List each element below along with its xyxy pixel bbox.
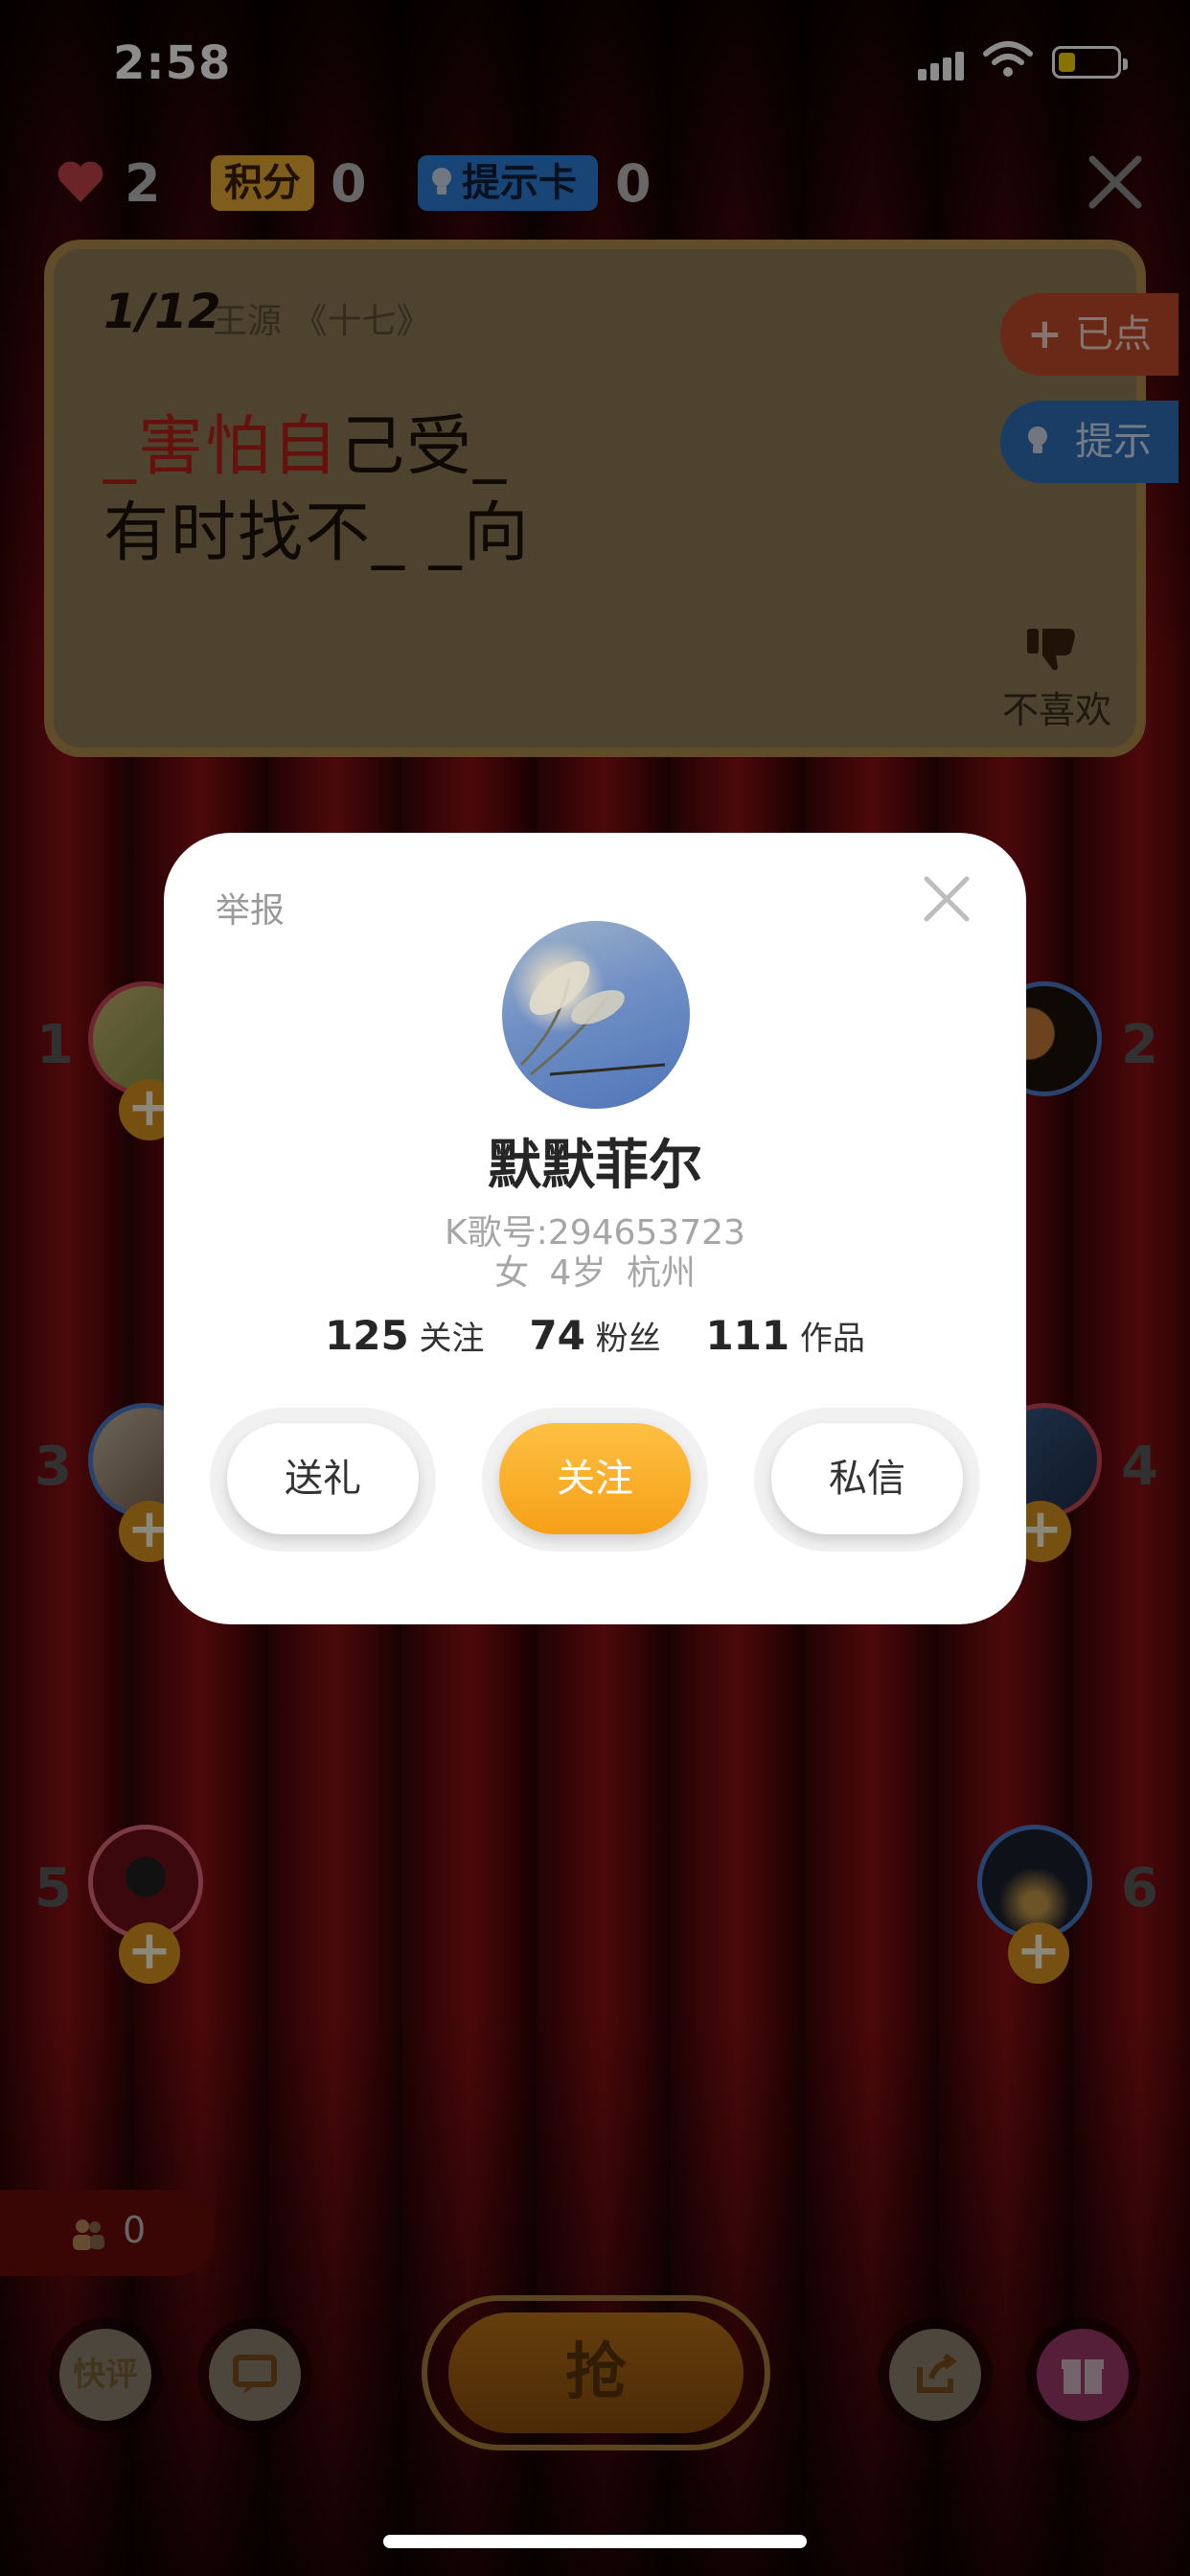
close-icon[interactable] <box>921 873 973 925</box>
profile-avatar[interactable] <box>502 921 690 1109</box>
follow-button-wrap: 关注 <box>482 1408 708 1552</box>
works-count: 111 <box>705 1312 790 1359</box>
following-stat[interactable]: 125 关注 <box>325 1312 484 1359</box>
reed-grass-photo <box>519 960 666 1076</box>
fans-label: 粉丝 <box>595 1320 661 1358</box>
profile-name: 默默菲尔 <box>488 1135 702 1197</box>
report-link[interactable]: 举报 <box>216 883 285 932</box>
follow-button[interactable]: 关注 <box>499 1423 691 1534</box>
game-stage: 2:58 2 积分 0 提示卡 0 1/12 王源 《十七》 _害怕自己受_ 有… <box>0 0 1190 2576</box>
following-label: 关注 <box>419 1320 485 1358</box>
send-gift-button[interactable]: 送礼 <box>227 1423 419 1534</box>
following-count: 125 <box>325 1312 409 1359</box>
profile-stats: 125 关注 74 粉丝 111 作品 <box>164 1312 1026 1359</box>
works-label: 作品 <box>799 1320 865 1358</box>
fans-count: 74 <box>529 1312 585 1359</box>
profile-meta: 女 4岁 杭州 <box>494 1254 696 1293</box>
private-message-button[interactable]: 私信 <box>771 1423 963 1534</box>
home-indicator[interactable] <box>383 2535 807 2548</box>
message-button-wrap: 私信 <box>754 1408 980 1552</box>
fans-stat[interactable]: 74 粉丝 <box>529 1312 660 1359</box>
gift-button-wrap: 送礼 <box>210 1408 436 1552</box>
profile-modal: 举报 默默菲尔 K歌号:294653723 女 4岁 杭州 125 关注 74 … <box>164 833 1026 1624</box>
works-stat[interactable]: 111 作品 <box>705 1312 864 1359</box>
